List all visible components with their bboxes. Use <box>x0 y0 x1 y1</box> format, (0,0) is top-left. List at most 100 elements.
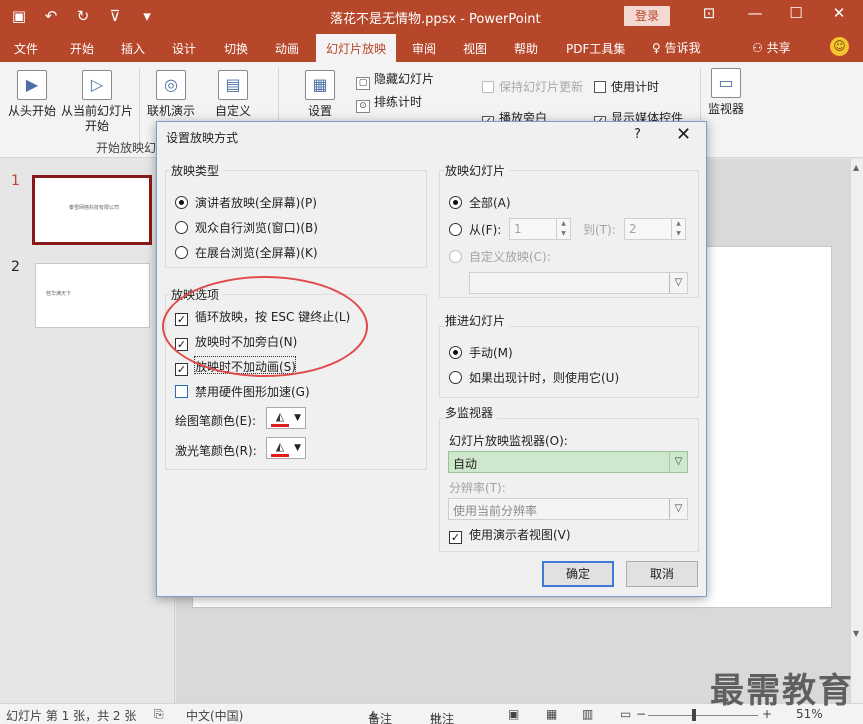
tab-insert[interactable]: 插入 <box>121 40 145 57</box>
slide-sorter-icon[interactable]: ▦ <box>546 707 557 721</box>
spin-arrows-icon[interactable]: ▲ ▼ <box>556 219 570 239</box>
smiley-feedback-icon[interactable]: ☺ <box>830 37 849 56</box>
presenter-icon[interactable]: ⊽ <box>104 6 126 26</box>
customize-icon[interactable]: ▾ <box>136 6 158 26</box>
monitor-button[interactable]: ▭ 监视器 <box>706 68 746 117</box>
slide-thumbnail-2[interactable]: 桂华满天下 <box>35 263 150 328</box>
zoom-slider[interactable] <box>648 715 758 716</box>
to-slide-spinner[interactable]: 2 ▲ ▼ <box>624 218 686 240</box>
tab-help[interactable]: 帮助 <box>514 40 538 57</box>
reading-view-icon[interactable]: ▥ <box>582 707 593 721</box>
radio-button <box>175 221 188 234</box>
pen-color-label: 绘图笔颜色(E): <box>175 414 256 428</box>
spell-check-icon[interactable]: ⎘ <box>154 707 164 722</box>
radio-label: 如果出现计时，则使用它(U) <box>469 371 620 385</box>
annotation-ellipse <box>162 276 368 377</box>
tab-view[interactable]: 视图 <box>463 40 487 57</box>
pen-color-picker[interactable]: ◭ ▼ <box>266 407 306 429</box>
tab-animations[interactable]: 动画 <box>275 40 299 57</box>
resolution-select[interactable]: 使用当前分辨率 ▽ <box>448 498 688 520</box>
radio-manually[interactable]: 手动(M) <box>449 344 513 361</box>
radio-use-timings[interactable]: 如果出现计时，则使用它(U) <box>449 369 619 386</box>
close-icon[interactable]: ✕ <box>824 4 854 22</box>
color-swatch <box>271 454 289 457</box>
tab-review[interactable]: 审阅 <box>412 40 436 57</box>
radio-label: 自定义放映(C): <box>469 250 551 264</box>
from-slide-spinner[interactable]: 1 ▲ ▼ <box>509 218 571 240</box>
login-button[interactable]: 登录 <box>624 6 670 26</box>
from-beginning-button[interactable]: ▶ 从头开始 <box>6 70 58 119</box>
radio-button <box>175 196 188 209</box>
zoom-out-icon[interactable]: − <box>636 707 646 721</box>
scroll-down-icon[interactable]: ▼ <box>853 629 859 638</box>
language-indicator[interactable]: 中文(中国) <box>186 707 243 724</box>
person-icon: ⚇ <box>752 41 767 55</box>
maximize-icon[interactable]: ☐ <box>781 4 811 22</box>
radio-all-slides[interactable]: 全部(A) <box>449 194 511 211</box>
to-slide-value: 2 <box>629 222 637 236</box>
tab-pdf-tools[interactable]: PDF工具集 <box>566 40 625 57</box>
color-swatch <box>271 424 289 427</box>
share-button[interactable]: ⚇ 共享 <box>752 39 791 56</box>
tab-home[interactable]: 开始 <box>70 40 94 57</box>
tab-file[interactable]: 文件 <box>14 40 38 57</box>
show-type-title: 放映类型 <box>171 162 224 179</box>
monitor-label: 监视器 <box>707 102 744 116</box>
help-icon[interactable]: ? <box>634 127 641 142</box>
multiple-monitors-title: 多监视器 <box>445 404 498 421</box>
presenter-view-checkbox[interactable]: ✓ 使用演示者视图(V) <box>449 526 571 544</box>
use-timings-checkbox[interactable]: 使用计时 <box>594 78 659 95</box>
setup-label: 设置 <box>307 104 332 118</box>
undo-icon[interactable]: ↶ <box>40 6 62 26</box>
setup-show-button[interactable]: ▦ 设置 <box>298 70 342 119</box>
cancel-button[interactable]: 取消 <box>626 561 698 587</box>
radio-from-slide[interactable]: 从(F): <box>449 221 501 238</box>
present-online-label: 联机演示 <box>146 104 195 118</box>
hide-slide-button[interactable]: ▢ 隐藏幻灯片 <box>356 70 434 90</box>
tell-me-search[interactable]: ♀ 告诉我 <box>652 39 701 56</box>
to-slide-label: 到(T): <box>583 223 616 237</box>
slideshow-view-icon[interactable]: ▭ <box>620 707 631 721</box>
slideshow-monitor-value: 自动 <box>453 457 478 471</box>
radio-custom-show[interactable]: 自定义放映(C): <box>449 248 551 265</box>
keep-slides-updated-checkbox[interactable]: 保持幻灯片更新 <box>482 78 583 95</box>
resolution-value: 使用当前分辨率 <box>453 504 538 518</box>
slide-thumbnail-1[interactable]: 秦雪网络科技有限公司 <box>32 175 152 245</box>
ok-button[interactable]: 确定 <box>542 561 614 587</box>
dialog-close-icon[interactable]: ✕ <box>676 124 691 145</box>
tab-transitions[interactable]: 切换 <box>224 40 248 57</box>
minimize-icon[interactable]: — <box>740 4 770 22</box>
spin-arrows-icon[interactable]: ▲ ▼ <box>671 219 685 239</box>
laser-color-picker[interactable]: ◭ ▼ <box>266 437 306 459</box>
custom-show-icon: ▤ <box>218 70 248 100</box>
scroll-up-icon[interactable]: ▲ <box>853 163 859 172</box>
radio-kiosk[interactable]: 在展台浏览(全屏幕)(K) <box>175 244 318 261</box>
play-from-current-icon: ▷ <box>82 70 112 100</box>
zoom-slider-thumb[interactable] <box>692 709 696 721</box>
ribbon-tabs: 文件 开始 插入 设计 切换 动画 幻灯片放映 审阅 视图 帮助 PDF工具集 … <box>0 32 863 62</box>
monitor-icon: ▭ <box>711 68 741 98</box>
ribbon-display-icon[interactable]: ⊡ <box>694 4 724 22</box>
slideshow-monitor-select[interactable]: 自动 ▽ <box>448 451 688 473</box>
custom-show-select[interactable]: ▽ <box>469 272 688 294</box>
advance-slides-group <box>439 326 699 398</box>
vertical-scrollbar[interactable]: ▲ ▼ <box>850 159 863 703</box>
present-online-button[interactable]: ◎ 联机演示 <box>144 70 198 119</box>
from-current-slide-button[interactable]: ▷ 从当前幻灯片开始 <box>60 70 134 134</box>
tab-design[interactable]: 设计 <box>172 40 196 57</box>
radio-presenter[interactable]: 演讲者放映(全屏幕)(P) <box>175 194 317 211</box>
custom-show-button[interactable]: ▤ 自定义 <box>210 70 256 119</box>
use-timings-label: 使用计时 <box>611 80 660 94</box>
disable-hardware-acceleration-checkbox[interactable]: 禁用硬件图形加速(G) <box>175 383 310 400</box>
resolution-label: 分辨率(T): <box>449 481 506 495</box>
normal-view-icon[interactable]: ▣ <box>508 707 519 721</box>
watermark: 最需教育 <box>710 671 854 711</box>
radio-individual-window[interactable]: 观众自行浏览(窗口)(B) <box>175 219 318 236</box>
rehearse-timings-button[interactable]: ⊙ 排练计时 <box>356 93 422 113</box>
comments-label: 批注 <box>430 712 455 724</box>
tab-slide-show[interactable]: 幻灯片放映 <box>316 34 397 62</box>
dialog-title: 设置放映方式 <box>166 131 239 145</box>
save-icon[interactable]: ▣ <box>8 6 30 26</box>
redo-icon[interactable]: ↻ <box>72 6 94 26</box>
group-start-label: 开始放映幻 <box>96 141 157 155</box>
